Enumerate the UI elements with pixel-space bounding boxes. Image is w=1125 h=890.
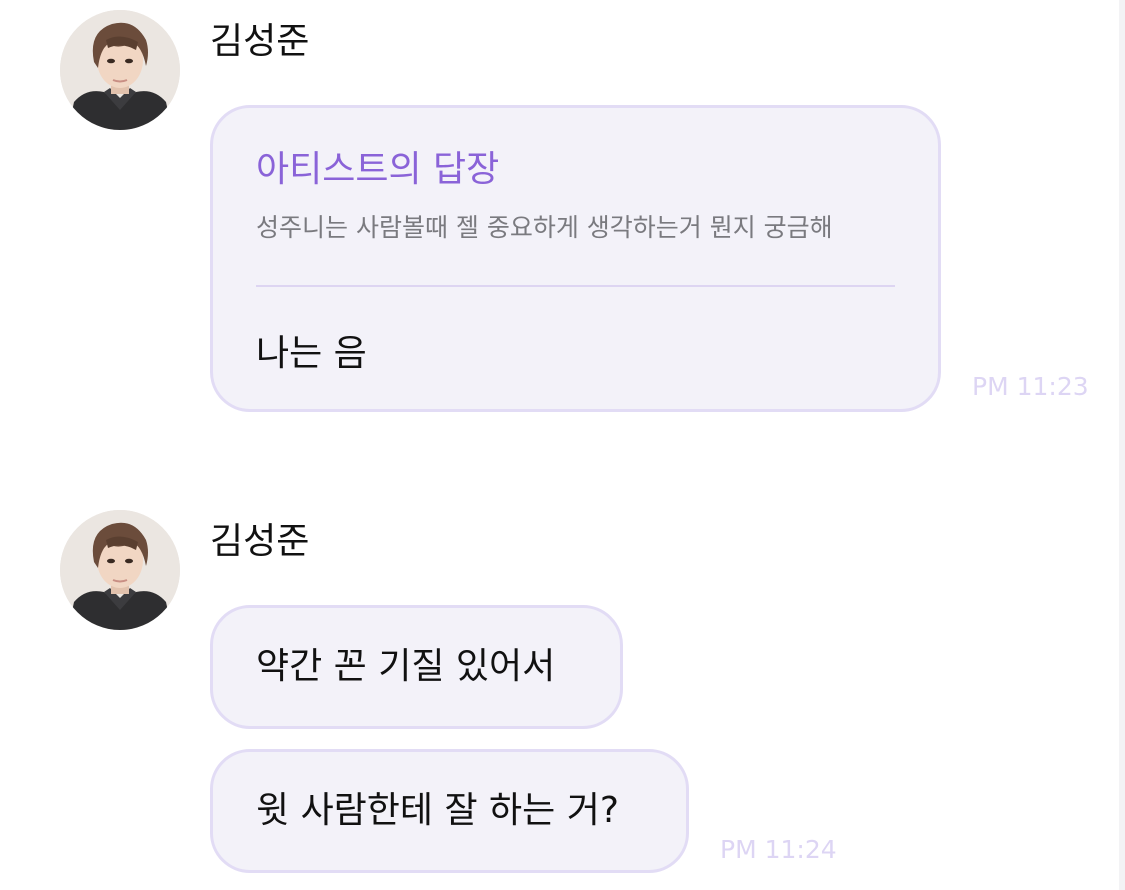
message-timestamp: PM 11:24 — [720, 835, 837, 864]
artist-avatar[interactable] — [60, 10, 180, 130]
message-bubble[interactable]: 약간 꼰 기질 있어서 — [210, 605, 623, 729]
message-text: 약간 꼰 기질 있어서 — [256, 646, 556, 687]
avatar-portrait-icon — [60, 510, 180, 630]
artist-avatar[interactable] — [60, 510, 180, 630]
avatar-portrait-icon — [60, 10, 180, 130]
artist-reply-bubble[interactable]: 아티스트의 답장 성주니는 사람볼때 젤 중요하게 생각하는거 뭔지 궁금해 나… — [210, 105, 941, 412]
right-edge-divider — [1119, 0, 1125, 890]
message-text: 윗 사람한테 잘 하는 거? — [256, 790, 619, 831]
sender-name: 김성준 — [210, 521, 310, 562]
reply-card-title: 아티스트의 답장 — [256, 149, 500, 190]
reply-divider — [256, 285, 895, 287]
quoted-question: 성주니는 사람볼때 젤 중요하게 생각하는거 뭔지 궁금해 — [256, 213, 833, 242]
sender-name: 김성준 — [210, 21, 310, 62]
message-timestamp: PM 11:23 — [972, 372, 1089, 401]
message-bubble[interactable]: 윗 사람한테 잘 하는 거? — [210, 749, 689, 873]
reply-answer-text: 나는 음 — [256, 333, 367, 374]
